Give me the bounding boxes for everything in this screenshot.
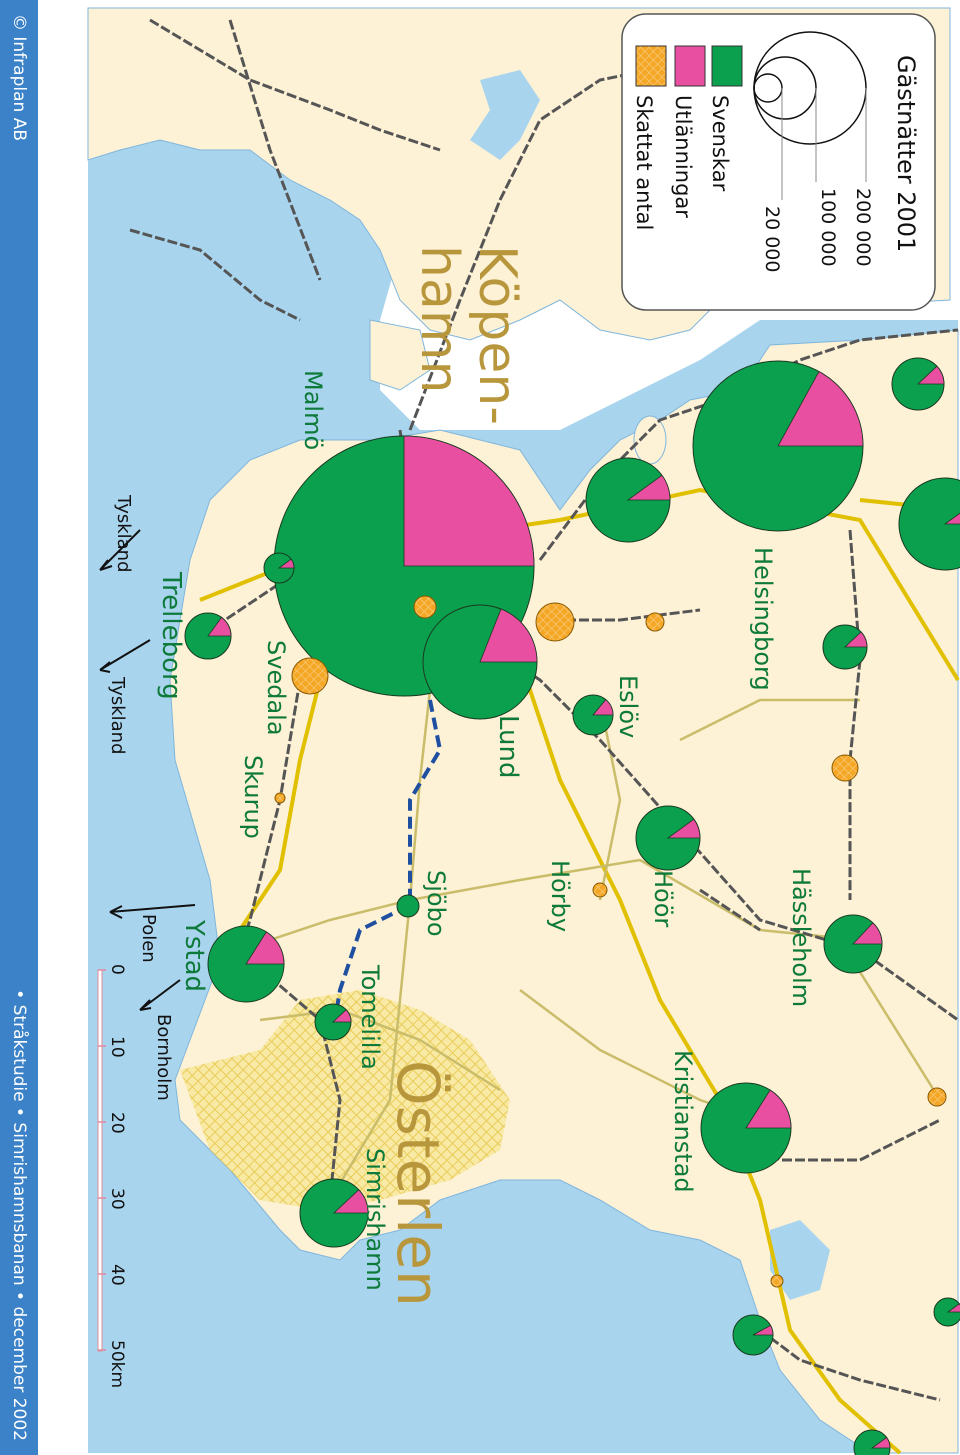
scale-tick-10: 10	[107, 1036, 127, 1058]
label-helsingborg: Helsingborg	[749, 547, 777, 691]
label-trelleborg: Trelleborg	[156, 571, 186, 700]
scale-tick-30: 30	[107, 1188, 127, 1210]
estimated-north-eslov	[645, 612, 665, 632]
estimated-malmo-south	[413, 595, 437, 619]
estimated-near-lund	[535, 602, 575, 642]
label-kristianstad: Kristianstad	[669, 1050, 697, 1193]
label-tyskland-1: Tyskland	[113, 494, 134, 573]
estimated-east	[770, 1274, 784, 1288]
label-lund: Lund	[493, 715, 523, 779]
label-bornholm: Bornholm	[153, 1014, 174, 1101]
label-hassleholm: Hässleholm	[787, 868, 815, 1007]
legend: Gästnätter 2001 200 000 100 000 20 000 S…	[621, 13, 936, 311]
label-eslov: Eslöv	[614, 675, 642, 738]
label-sjobo: Sjöbo	[422, 870, 450, 937]
footer-study: • Stråkstudie • Simrishamnsbanan • decem…	[9, 989, 29, 1441]
legend-label-skattat: Skattat antal	[632, 95, 656, 230]
estimated-north	[831, 754, 859, 782]
map-stage: Köpen-hamn Österlen Malmö Helsingborg Tr…	[0, 0, 960, 1455]
copyright-text: © Infraplan AB • Stråkstudie • Simrisham…	[0, 0, 38, 1455]
pie-sjobo	[396, 894, 420, 918]
estimated-northeast	[927, 1087, 947, 1107]
legend-swatch-svenskar	[711, 45, 743, 87]
region-osterlen: Österlen	[384, 1060, 452, 1307]
copyright-bar: © Infraplan AB • Stråkstudie • Simrisham…	[0, 0, 38, 1455]
label-hoor: Höör	[649, 870, 677, 927]
map-svg: Köpen-hamn Österlen Malmö Helsingborg Tr…	[87, 7, 960, 1455]
label-tyskland-2: Tyskland	[107, 676, 128, 755]
legend-label-svenskar: Svenskar	[708, 95, 732, 192]
label-tomelilla: Tomelilla	[356, 964, 384, 1070]
legend-size-label-100000: 100 000	[817, 188, 839, 267]
label-ystad: Ystad	[179, 919, 209, 992]
island-ven	[633, 415, 667, 465]
label-simrishamn: Simrishamn	[361, 1148, 389, 1291]
scale-tick-0: 0	[107, 964, 127, 975]
copyright: © Infraplan AB	[9, 14, 29, 141]
scale-tick-20: 20	[107, 1112, 127, 1134]
label-polen: Polen	[138, 914, 159, 963]
legend-swatch-utlanningar	[674, 45, 706, 87]
label-malmo: Malmö	[299, 370, 327, 450]
scale-tick-50: 50km	[107, 1340, 127, 1388]
legend-title: Gästnätter 2001	[892, 55, 920, 252]
legend-size-label-20000: 20 000	[761, 206, 783, 272]
label-skurup: Skurup	[239, 755, 267, 839]
label-svedala: Svedala	[262, 640, 290, 736]
estimated-skurup	[274, 792, 286, 804]
legend-size-label-200000: 200 000	[852, 188, 874, 267]
estimated-svedala	[291, 657, 329, 695]
legend-label-utlanningar: Utlänningar	[671, 95, 695, 218]
label-horby: Hörby	[546, 860, 574, 932]
scale-tick-40: 40	[107, 1264, 127, 1286]
estimated-horby	[592, 882, 608, 898]
legend-swatch-skattat	[635, 45, 667, 87]
